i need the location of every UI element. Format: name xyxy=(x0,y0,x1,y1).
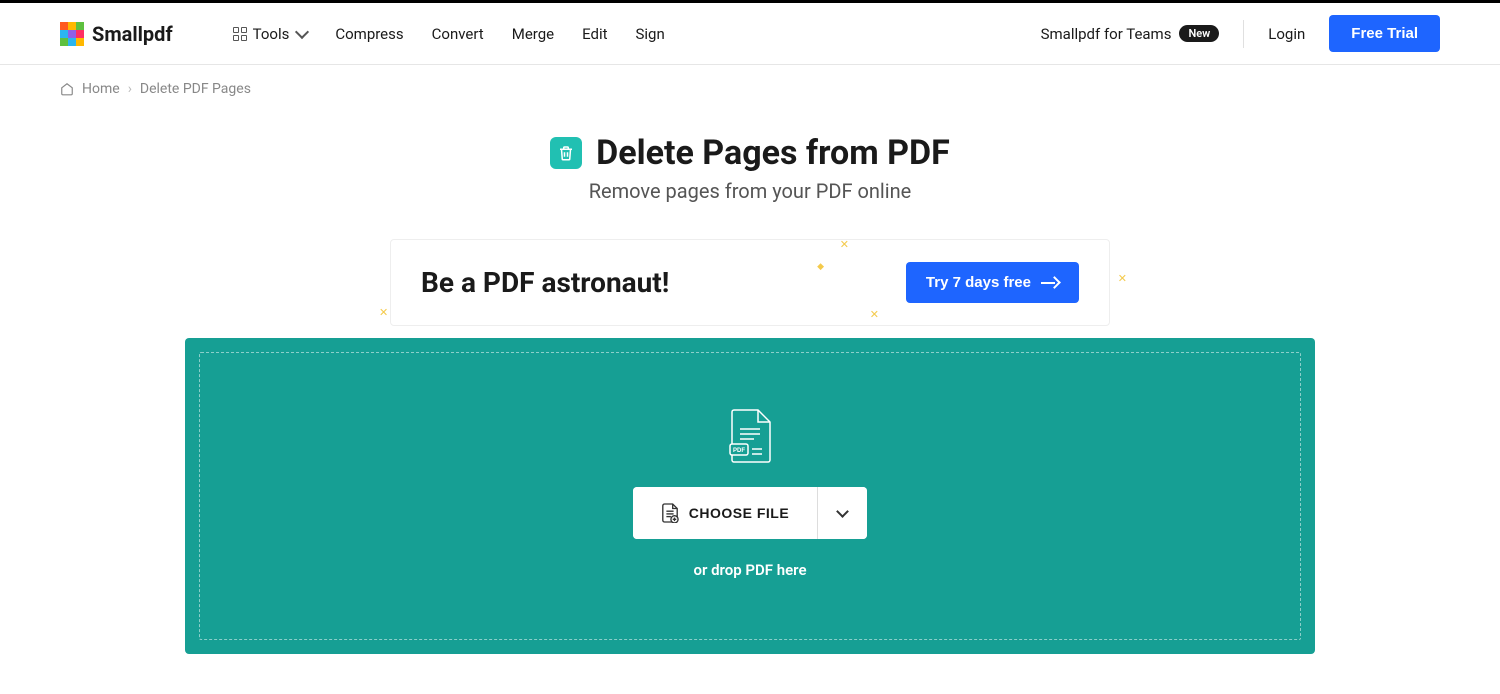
chevron-down-icon xyxy=(295,24,309,38)
login-link[interactable]: Login xyxy=(1268,25,1305,43)
drop-text: or drop PDF here xyxy=(693,561,806,579)
logo[interactable]: Smallpdf xyxy=(60,22,173,46)
page-title: Delete Pages from PDF xyxy=(596,133,950,173)
trash-icon xyxy=(550,137,582,169)
nav-sign[interactable]: Sign xyxy=(636,25,665,43)
nav-tools-label: Tools xyxy=(253,25,290,43)
nav-compress[interactable]: Compress xyxy=(335,25,403,43)
try-free-label: Try 7 days free xyxy=(926,274,1031,291)
nav-convert[interactable]: Convert xyxy=(432,25,484,43)
page-subtitle: Remove pages from your PDF online xyxy=(185,179,1315,203)
chevron-down-icon xyxy=(836,505,849,518)
promo-headline: Be a PDF astronaut! xyxy=(421,266,669,299)
breadcrumb-home[interactable]: Home xyxy=(82,81,120,97)
main-content: Delete Pages from PDF Remove pages from … xyxy=(185,113,1315,694)
dropzone-inner: PDF CHOOSE FILE xyxy=(199,352,1301,640)
arrow-right-icon xyxy=(1041,278,1059,288)
logo-icon xyxy=(60,22,84,46)
promo-banner: ✕ ✕ ◆ ✕ ✕ Be a PDF astronaut! Try 7 days… xyxy=(390,239,1110,326)
nav-edit[interactable]: Edit xyxy=(582,25,607,43)
teams-label: Smallpdf for Teams xyxy=(1041,25,1172,43)
breadcrumb: Home › Delete PDF Pages xyxy=(0,65,1500,113)
choose-file-wrap: CHOOSE FILE xyxy=(633,487,867,539)
header: Smallpdf Tools Compress Convert Merge Ed… xyxy=(0,3,1500,65)
choose-file-button[interactable]: CHOOSE FILE xyxy=(633,487,817,539)
dropzone[interactable]: PDF CHOOSE FILE xyxy=(185,338,1315,654)
header-right: Smallpdf for Teams New Login Free Trial xyxy=(1041,15,1440,52)
free-trial-button[interactable]: Free Trial xyxy=(1329,15,1440,52)
choose-file-label: CHOOSE FILE xyxy=(689,505,789,521)
grid-icon xyxy=(233,27,247,41)
new-badge: New xyxy=(1179,25,1219,42)
title-row: Delete Pages from PDF xyxy=(185,133,1315,173)
nav-tools[interactable]: Tools xyxy=(233,25,308,43)
try-free-button[interactable]: Try 7 days free xyxy=(906,262,1079,303)
divider xyxy=(1243,20,1244,48)
main-nav: Tools Compress Convert Merge Edit Sign xyxy=(233,25,665,43)
breadcrumb-sep: › xyxy=(128,81,132,97)
teams-link[interactable]: Smallpdf for Teams New xyxy=(1041,25,1220,43)
choose-file-dropdown[interactable] xyxy=(817,487,867,539)
home-icon xyxy=(60,82,74,96)
svg-text:PDF: PDF xyxy=(733,448,745,454)
logo-text: Smallpdf xyxy=(92,22,173,46)
pdf-file-icon: PDF xyxy=(728,409,772,463)
nav-merge[interactable]: Merge xyxy=(512,25,554,43)
file-upload-icon xyxy=(661,503,679,523)
breadcrumb-current: Delete PDF Pages xyxy=(140,81,251,97)
